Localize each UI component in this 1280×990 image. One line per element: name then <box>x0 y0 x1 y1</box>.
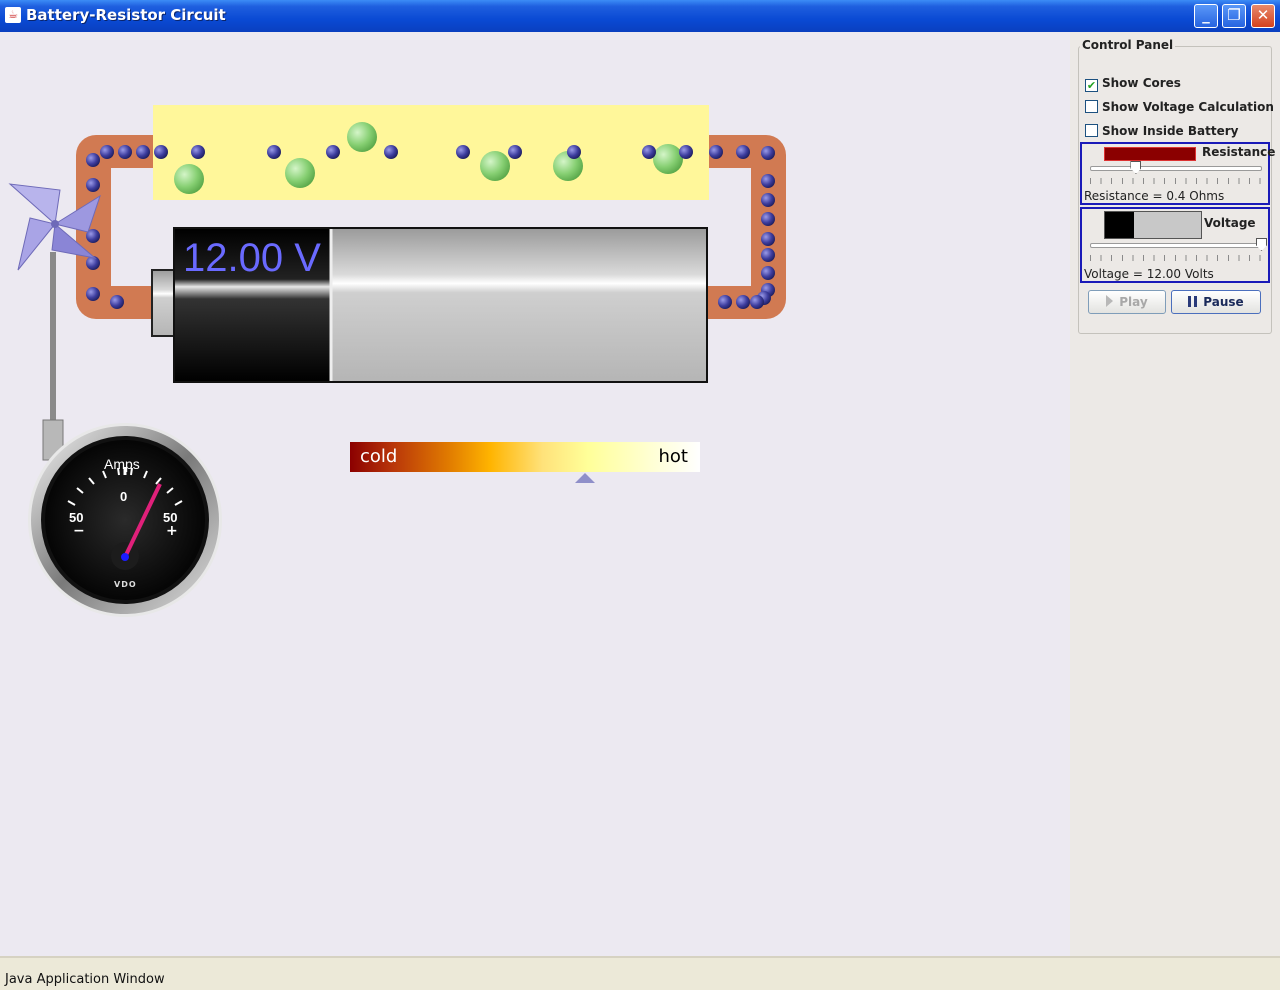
simulation-canvas: 12.00 V Amps 50 0 50 − + VDO cold hot <box>0 32 1070 956</box>
resistance-slider-ticks <box>1090 178 1262 184</box>
battery-terminal <box>151 269 177 337</box>
electron <box>761 248 775 262</box>
cold-label: cold <box>360 446 398 467</box>
voltage-slider-ticks <box>1090 255 1262 261</box>
electron <box>100 145 114 159</box>
electron <box>761 193 775 207</box>
control-panel: Control Panel ✔ Show Cores Show Voltage C… <box>1070 32 1280 956</box>
electron <box>384 145 398 159</box>
ammeter-title: Amps <box>104 456 140 472</box>
title-bar: ☕ Battery-Resistor Circuit _ ❐ ✕ <box>0 0 1280 32</box>
electron <box>456 145 470 159</box>
electron <box>761 174 775 188</box>
electron <box>567 145 581 159</box>
electron <box>326 145 340 159</box>
electron <box>118 145 132 159</box>
ammeter-plus-sign: + <box>166 523 178 539</box>
electron <box>761 266 775 280</box>
control-panel-title: Control Panel <box>1080 38 1176 52</box>
electron <box>86 178 100 192</box>
core <box>285 158 315 188</box>
voltage-slider-track[interactable] <box>1090 243 1262 248</box>
window-title: Battery-Resistor Circuit <box>26 6 226 24</box>
electron <box>736 145 750 159</box>
core <box>174 164 204 194</box>
electron <box>736 295 750 309</box>
battery-voltage-label: 12.00 V <box>183 236 321 280</box>
play-icon <box>1106 295 1114 307</box>
voltage-slider-thumb[interactable] <box>1256 238 1267 251</box>
temperature-bar: cold hot <box>350 442 700 472</box>
resistance-slider-thumb[interactable] <box>1130 161 1142 174</box>
core <box>480 151 510 181</box>
resistance-panel: Resistance Resistance = 0.4 Ohms <box>1080 142 1275 205</box>
resistor <box>153 105 709 200</box>
close-button[interactable]: ✕ <box>1251 4 1275 28</box>
java-app-icon: ☕ <box>5 7 21 23</box>
circuit-drawing <box>8 105 786 617</box>
resistor-icon <box>1104 147 1196 161</box>
electron <box>750 295 764 309</box>
electron <box>110 295 124 309</box>
electron <box>191 145 205 159</box>
electron <box>86 287 100 301</box>
ammeter-minus-sign: − <box>73 523 85 539</box>
status-text: Java Application Window <box>5 972 165 987</box>
show-cores-checkbox[interactable]: ✔ Show Cores <box>1085 76 1181 92</box>
electron <box>709 145 723 159</box>
hot-label: hot <box>658 446 688 467</box>
voltage-label: Voltage <box>1204 216 1256 230</box>
electron <box>679 145 693 159</box>
checkbox-icon[interactable]: ✔ <box>1085 79 1098 92</box>
show-inside-battery-checkbox[interactable]: Show Inside Battery <box>1085 124 1238 140</box>
core <box>653 144 683 174</box>
electron <box>508 145 522 159</box>
resistance-label: Resistance <box>1202 145 1276 159</box>
electron <box>86 153 100 167</box>
show-voltage-calculation-checkbox[interactable]: Show Voltage Calculation <box>1085 100 1274 116</box>
electron <box>136 145 150 159</box>
battery-icon <box>1104 211 1202 239</box>
core <box>347 122 377 152</box>
maximize-button[interactable]: ❐ <box>1222 4 1246 28</box>
pause-icon <box>1188 296 1198 307</box>
voltage-panel: Voltage Voltage = 12.00 Volts <box>1080 207 1270 283</box>
electron <box>154 145 168 159</box>
checkbox-icon[interactable] <box>1085 124 1098 137</box>
electron <box>642 145 656 159</box>
electron <box>761 232 775 246</box>
pause-button[interactable]: Pause <box>1171 290 1261 314</box>
ammeter-center-value: 0 <box>120 489 128 504</box>
electron <box>761 146 775 160</box>
checkbox-icon[interactable] <box>1085 100 1098 113</box>
minimize-button[interactable]: _ <box>1194 4 1218 28</box>
ammeter-brand: VDO <box>114 580 137 589</box>
electron <box>267 145 281 159</box>
resistance-readout: Resistance = 0.4 Ohms <box>1084 189 1225 203</box>
status-bar: Java Application Window <box>0 956 1280 990</box>
electron <box>718 295 732 309</box>
temperature-indicator <box>574 473 595 483</box>
voltage-readout: Voltage = 12.00 Volts <box>1084 267 1214 281</box>
play-button[interactable]: Play <box>1088 290 1166 314</box>
pinwheel-icon <box>8 183 101 461</box>
resistance-slider-track[interactable] <box>1090 166 1262 171</box>
electron <box>761 212 775 226</box>
